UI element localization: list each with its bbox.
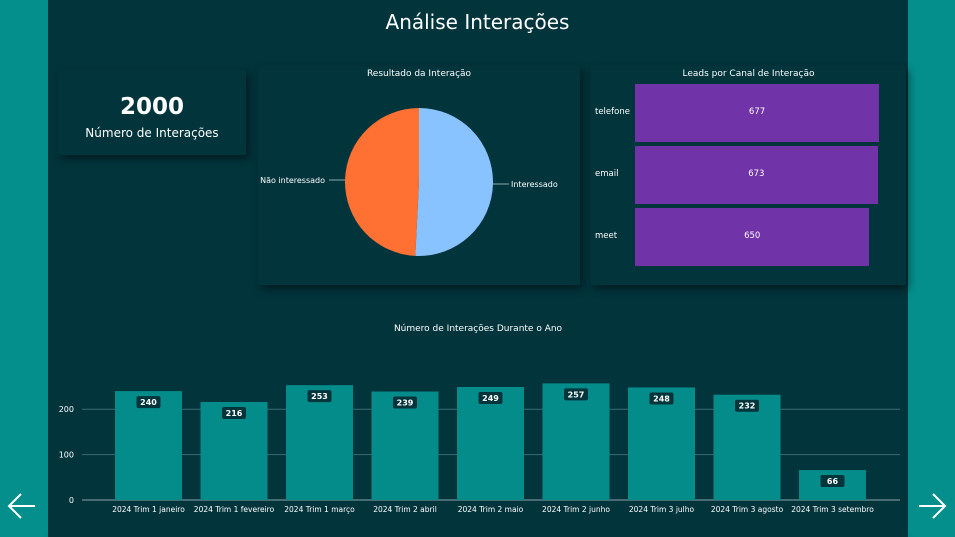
left-panel [0, 0, 48, 537]
pie-label-interessado: Interessado [511, 180, 558, 189]
arrow-left-icon [7, 493, 35, 519]
kpi-label: Número de Interações [85, 126, 219, 140]
y-tick-label: 0 [69, 496, 74, 505]
y-tick-label: 200 [59, 405, 74, 414]
channel-label-meet: meet [595, 231, 618, 241]
channel-bar-value: 677 [748, 107, 766, 117]
data-label: 66 [827, 477, 839, 486]
monthly-column-chart: 0 100 200 240 2024 Trim 1 janeiro 216 2024 Tri… [59, 383, 900, 514]
data-label: 239 [397, 399, 414, 408]
next-page-button[interactable] [916, 490, 948, 522]
y-tick-label: 100 [59, 451, 74, 460]
x-tick-label: 2024 Trim 2 abril [373, 505, 437, 514]
data-label: 248 [653, 394, 670, 403]
data-label: 249 [482, 394, 499, 403]
channel-bars-area: telefone 677 email 673 meet 650 [591, 66, 906, 285]
prev-page-button[interactable] [6, 490, 38, 522]
channel-label-email: email [595, 169, 619, 179]
data-label: 253 [311, 392, 328, 401]
page-title: Análise Interações [385, 10, 570, 34]
x-tick-label: 2024 Trim 1 janeiro [112, 505, 185, 514]
arrow-right-icon [919, 493, 947, 519]
data-label: 257 [568, 390, 585, 399]
channel-bar-meet[interactable]: 650 [635, 208, 870, 266]
channel-chart-card[interactable]: Leads por Canal de Interação telefone 677… [591, 66, 906, 285]
x-tick-label: 2024 Trim 1 março [284, 505, 355, 514]
data-label: 232 [739, 402, 756, 411]
kpi-card[interactable]: 2000 Número de Interações [58, 70, 246, 155]
pie-chart-card[interactable]: Resultado da Interação Interessado Não in… [258, 66, 580, 285]
channel-label-telefone: telefone [595, 107, 630, 117]
x-tick-label: 2024 Trim 1 fevereiro [194, 505, 275, 514]
x-tick-label: 2024 Trim 3 setembro [791, 505, 874, 514]
month-bar[interactable] [286, 385, 353, 500]
pie-label-nao-interessado: Não interessado [260, 176, 325, 185]
month-bar[interactable] [542, 383, 610, 500]
pie-slice-n-o-interessado[interactable] [344, 108, 419, 256]
data-label: 240 [140, 398, 157, 407]
channel-bar-email[interactable]: 673 [635, 146, 878, 204]
channel-bar-value: 673 [748, 169, 765, 179]
data-label: 216 [226, 409, 243, 418]
channel-bar-value: 650 [744, 231, 761, 241]
right-panel [908, 0, 955, 537]
x-tick-label: 2024 Trim 3 julho [629, 505, 695, 514]
x-tick-label: 2024 Trim 2 junho [542, 505, 610, 514]
kpi-value: 2000 [119, 94, 184, 120]
pie-slice-interessado[interactable] [415, 108, 493, 256]
x-tick-label: 2024 Trim 3 agosto [711, 505, 784, 514]
channel-bar-telefone[interactable]: 677 [635, 84, 880, 142]
pie-chart: Interessado Não interessado [260, 108, 558, 256]
monthly-chart-card[interactable]: Número de Interações Durante o Ano 0 100 2… [48, 318, 908, 537]
x-tick-label: 2024 Trim 2 maio [458, 505, 524, 514]
